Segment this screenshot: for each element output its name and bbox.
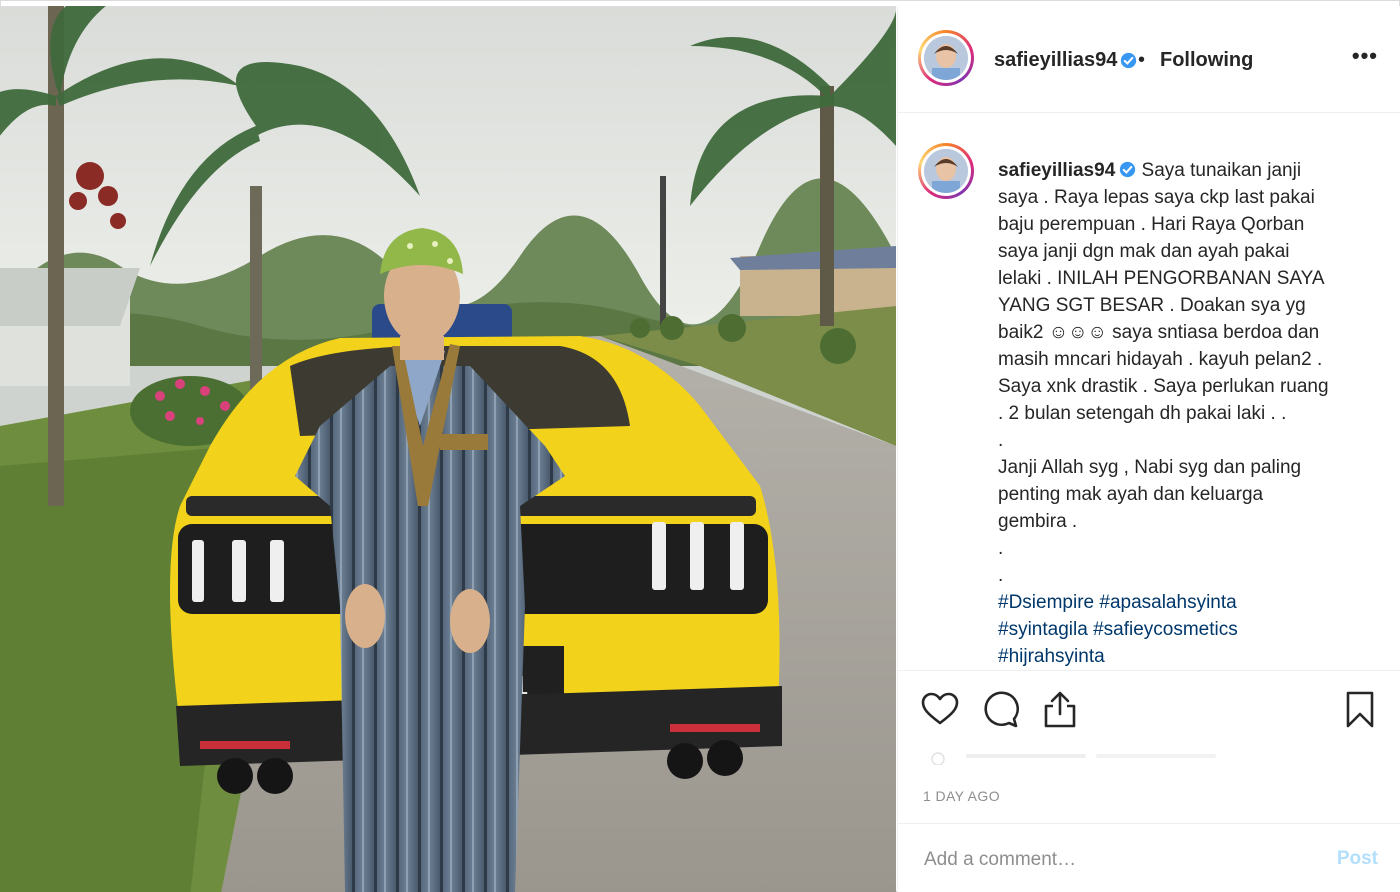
caption-line: saya janji dgn mak dan ayah pakai bbox=[998, 241, 1290, 262]
caption-line: . bbox=[998, 538, 1004, 559]
likes-row bbox=[926, 751, 1226, 766]
caption-line: baik2 ☺☺☺ saya sntiasa berdoa dan bbox=[998, 322, 1320, 343]
verified-badge-icon bbox=[1119, 159, 1136, 178]
hashtag-link[interactable]: #safieycosmetics bbox=[1093, 619, 1238, 640]
caption-line: gembira . bbox=[998, 511, 1078, 532]
post-timestamp[interactable]: 1 DAY AGO bbox=[923, 788, 1000, 804]
caption-line: baju perempuan . Hari Raya Qorban bbox=[998, 214, 1305, 235]
hashtag-link[interactable]: #hijrahsyinta bbox=[998, 646, 1105, 667]
hashtag-link[interactable]: #Dsiempire bbox=[998, 592, 1094, 613]
hashtag-line: #syintagila #safieycosmetics bbox=[998, 619, 1238, 640]
caption-line: Saya tunaikan janji bbox=[1141, 160, 1302, 181]
caption-line: lelaki . INILAH PENGORBANAN SAYA bbox=[998, 268, 1325, 289]
caption-line: . 2 bulan setengah dh pakai laki . . bbox=[998, 403, 1287, 424]
caption-line: Janji Allah syg , Nabi syg dan paling bbox=[998, 457, 1302, 478]
caption-line: saya . Raya lepas saya ckp last pakai bbox=[998, 187, 1315, 208]
avatar-image bbox=[924, 149, 968, 193]
caption-avatar[interactable] bbox=[918, 143, 974, 199]
caption-username[interactable]: safieyillias94 bbox=[998, 160, 1115, 181]
username-link[interactable]: safieyillias94 bbox=[994, 49, 1117, 72]
more-options-icon[interactable]: ••• bbox=[1352, 45, 1378, 67]
hashtag-line: #hijrahsyinta bbox=[998, 646, 1105, 667]
caption-line: penting mak ayah dan keluarga bbox=[998, 484, 1264, 505]
caption-line: . bbox=[998, 565, 1004, 586]
caption-line: . bbox=[998, 430, 1004, 451]
caption-area: safieyillias94 Saya tunaikan janji saya … bbox=[898, 113, 1400, 671]
avatar-image bbox=[924, 36, 968, 80]
hashtag-link[interactable]: #syintagila bbox=[998, 619, 1088, 640]
bookmark-icon[interactable] bbox=[1340, 690, 1380, 730]
comment-input[interactable] bbox=[922, 842, 1306, 878]
comment-bubble-icon[interactable] bbox=[980, 690, 1020, 730]
verified-badge-icon bbox=[1120, 52, 1137, 69]
separator-dot: • bbox=[1138, 49, 1146, 71]
action-bar bbox=[898, 678, 1400, 738]
hashtag-line: #Dsiempire #apasalahsyinta bbox=[998, 592, 1237, 613]
post-comment-button[interactable]: Post bbox=[1337, 848, 1378, 870]
caption-line: masih mncari hidayah . kayuh pelan2 . bbox=[998, 349, 1323, 370]
caption-text: safieyillias94 Saya tunaikan janji saya … bbox=[998, 157, 1368, 670]
post-sidebar: safieyillias94 • Following ••• safieyill… bbox=[897, 6, 1400, 892]
add-comment-bar: Post bbox=[898, 823, 1400, 892]
following-button[interactable]: Following bbox=[1160, 49, 1253, 72]
share-icon[interactable] bbox=[1040, 690, 1080, 730]
avatar[interactable] bbox=[918, 30, 974, 86]
post-header: safieyillias94 • Following ••• bbox=[898, 6, 1400, 113]
post-photo[interactable]: 1 bbox=[0, 6, 896, 892]
hashtag-link[interactable]: #apasalahsyinta bbox=[1099, 592, 1236, 613]
caption-line: Saya xnk drastik . Saya perlukan ruang bbox=[998, 376, 1329, 397]
caption-line: YANG SGT BESAR . Doakan sya yg bbox=[998, 295, 1306, 316]
heart-icon[interactable] bbox=[920, 690, 960, 730]
photo-illustration: 1 bbox=[0, 6, 896, 892]
